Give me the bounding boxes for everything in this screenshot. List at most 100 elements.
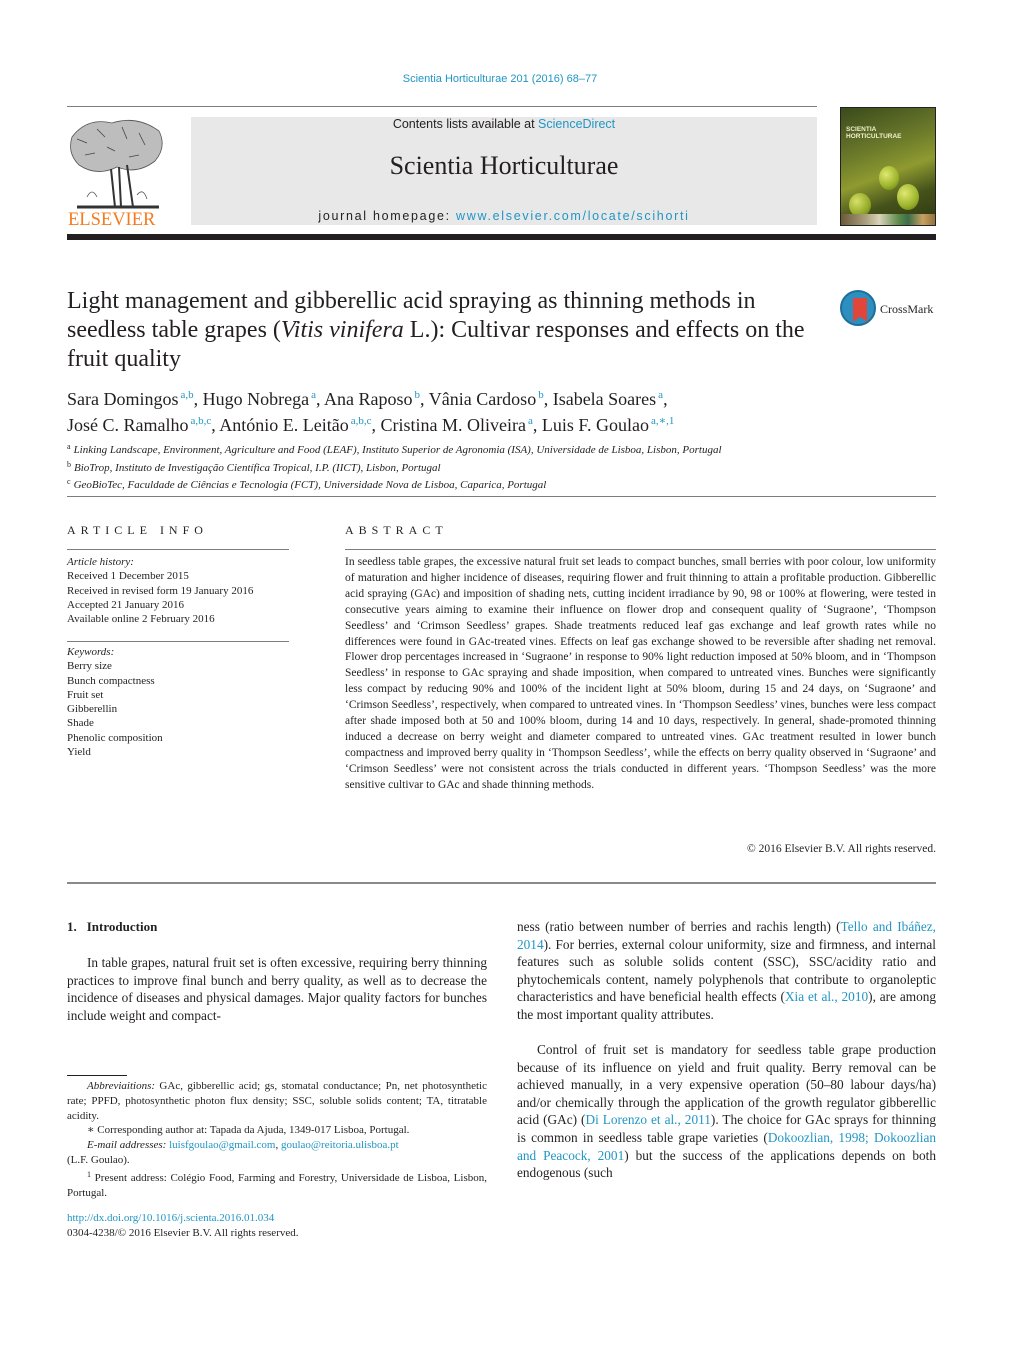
author-affiliation-mark[interactable]: a (528, 415, 533, 427)
keyword-item: Phenolic composition (67, 731, 163, 744)
affiliation-mark: c (67, 477, 71, 486)
section-number: 1. (67, 919, 77, 934)
footnote-emails: E-mail addresses: luisfgoulao@gmail.com,… (67, 1138, 487, 1153)
homepage-prefix: journal homepage: (318, 209, 456, 223)
footnote-corresponding: ∗ Corresponding author at: Tapada da Aju… (67, 1123, 487, 1138)
keyword-item: Berry size (67, 660, 112, 673)
header-thick-rule (67, 234, 936, 240)
cover-title-line1: SCIENTIA (846, 126, 877, 133)
keyword-item: Fruit set (67, 688, 104, 701)
author-name[interactable]: Hugo Nobrega (203, 389, 309, 409)
history-item: Available online 2 February 2016 (67, 613, 215, 626)
email-label: E-mail addresses: (87, 1139, 167, 1152)
keywords: Keywords: Berry size Bunch compactness F… (67, 645, 297, 759)
contents-prefix: Contents lists available at (392, 117, 539, 131)
abstract-text: In seedless table grapes, the excessive … (345, 556, 936, 791)
author-affiliation-mark[interactable]: a (311, 389, 316, 401)
elsevier-tree-icon: ELSEVIER (68, 119, 163, 230)
history-item: Accepted 21 January 2016 (67, 598, 184, 611)
author-affiliation-mark[interactable]: a,b (181, 389, 194, 401)
history-item: Received in revised form 19 January 2016 (67, 584, 254, 597)
corresponding-text: Corresponding author at: Tapada da Ajuda… (94, 1124, 410, 1137)
homepage-link[interactable]: www.elsevier.com/locate/scihorti (456, 209, 690, 223)
author-name[interactable]: Ana Raposo (324, 389, 413, 409)
journal-cover-image[interactable]: SCIENTIA HORTICULTURAE (840, 107, 936, 226)
citation-link[interactable]: Di Lorenzo et al., 2011 (585, 1112, 710, 1127)
abstract-end-rule (67, 882, 936, 884)
issn-line: 0304-4238/© 2016 Elsevier B.V. All right… (67, 1227, 299, 1239)
author-name[interactable]: Vânia Cardoso (429, 389, 536, 409)
author-affiliation-mark[interactable]: b (415, 389, 421, 401)
affiliation-mark: b (67, 459, 71, 469)
abstract-heading: ABSTRACT (345, 523, 448, 537)
affiliation-text: GeoBioTec, Faculdade de Ciências e Tecno… (73, 479, 547, 491)
author-name[interactable]: António E. Leitão (219, 415, 348, 435)
elsevier-logo[interactable]: ELSEVIER (67, 117, 167, 230)
article-info-rule (67, 549, 289, 550)
author-affiliation-mark[interactable]: b (538, 389, 544, 401)
cover-title-line2: HORTICULTURAE (846, 133, 902, 141)
author-name[interactable]: Cristina M. Oliveira (381, 415, 526, 435)
affiliation-text: Linking Landscape, Environment, Agricult… (73, 444, 722, 456)
section-rule (67, 496, 936, 497)
keyword-item: Yield (67, 746, 91, 759)
journal-title: Scientia Horticulturae (389, 151, 619, 180)
crossmark-button[interactable]: CrossMark (840, 290, 940, 330)
keywords-rule (67, 641, 289, 642)
keyword-item: Shade (67, 717, 94, 730)
keyword-item: Gibberellin (67, 703, 118, 716)
author-affiliation-mark[interactable]: a,∗,1 (651, 415, 674, 427)
abstract-copyright: © 2016 Elsevier B.V. All rights reserved… (747, 843, 936, 855)
history-item: Received 1 December 2015 (67, 570, 189, 583)
title-species: Vitis vinifera (280, 317, 404, 343)
author-name[interactable]: Luis F. Goulao (542, 415, 649, 435)
author-affiliation-mark[interactable]: a,b,c (191, 415, 212, 427)
history-label: Article history: (67, 556, 134, 568)
email-link[interactable]: luisfgoulao@gmail.com (169, 1139, 275, 1151)
article-info-heading: ARTICLE INFO (67, 523, 208, 537)
crossmark-icon (840, 290, 876, 326)
doi-block: http://dx.doi.org/10.1016/j.scienta.2016… (67, 1211, 299, 1241)
email-link[interactable]: goulao@reitoria.ulisboa.pt (281, 1139, 399, 1151)
header-rule (67, 106, 817, 107)
present-address-text: Present address: Colégio Food, Farming a… (67, 1171, 487, 1199)
crossmark-label: CrossMark (880, 302, 934, 316)
elsevier-wordmark: ELSEVIER (68, 210, 156, 227)
author-name[interactable]: Isabela Soares (553, 389, 656, 409)
author-name[interactable]: Sara Domingos (67, 389, 179, 409)
affiliation-item: a Linking Landscape, Environment, Agricul… (67, 440, 867, 458)
olive-icon (879, 166, 899, 190)
journal-reference[interactable]: Scientia Horticulturae 201 (2016) 68–77 (0, 73, 1000, 85)
contents-line: Contents lists available at ScienceDirec… (191, 117, 817, 131)
intro-paragraph-2: ness (ratio between number of berries an… (517, 918, 936, 1024)
journal-homepage: journal homepage: www.elsevier.com/locat… (191, 209, 817, 223)
author-list: Sara Domingos a,b, Hugo Nobrega a, Ana Rap… (67, 389, 675, 435)
keyword-item: Bunch compactness (67, 674, 155, 687)
footnotes: Abbreviaitions: GAc, gibberellic acid; g… (67, 1079, 487, 1200)
affiliation-item: b BioTrop, Instituto de Investigação Cien… (67, 458, 867, 476)
citation-link[interactable]: Xia et al., 2010 (785, 989, 868, 1004)
article-history: Article history: Received 1 December 201… (67, 555, 297, 626)
intro-paragraph-3: Control of fruit set is mandatory for se… (517, 1041, 936, 1182)
cover-image-strip (841, 214, 935, 225)
doi-link[interactable]: http://dx.doi.org/10.1016/j.scienta.2016… (67, 1212, 274, 1224)
author-affiliation-mark[interactable]: a,b,c (351, 415, 372, 427)
author-affiliation-mark[interactable]: a (658, 389, 663, 401)
intro-paragraph-1: In table grapes, natural fruit set is of… (67, 955, 487, 1023)
paragraph-text: ness (ratio between number of berries an… (517, 919, 841, 934)
olive-icon (897, 184, 919, 210)
affiliations: a Linking Landscape, Environment, Agricul… (67, 440, 867, 493)
author-name[interactable]: José C. Ramalho (67, 415, 189, 435)
footnote-present-address: 1 Present address: Colégio Food, Farming… (67, 1168, 487, 1201)
footnote-rule (67, 1075, 127, 1076)
cover-title: SCIENTIA HORTICULTURAE (846, 126, 902, 141)
affiliation-item: c GeoBioTec, Faculdade de Ciências e Tecn… (67, 475, 867, 493)
footnote-email-owner: (L.F. Goulao). (67, 1153, 130, 1166)
article-title: Light management and gibberellic acid sp… (67, 287, 827, 374)
sciencedirect-link[interactable]: ScienceDirect (538, 117, 615, 131)
affiliation-text: BioTrop, Instituto de Investigação Cient… (74, 461, 441, 474)
abbreviations-label: Abbreviaitions: (87, 1080, 156, 1092)
affiliation-mark: a (67, 442, 71, 451)
footnote-abbreviations: Abbreviaitions: GAc, gibberellic acid; g… (67, 1079, 487, 1123)
section-title: Introduction (86, 919, 158, 934)
